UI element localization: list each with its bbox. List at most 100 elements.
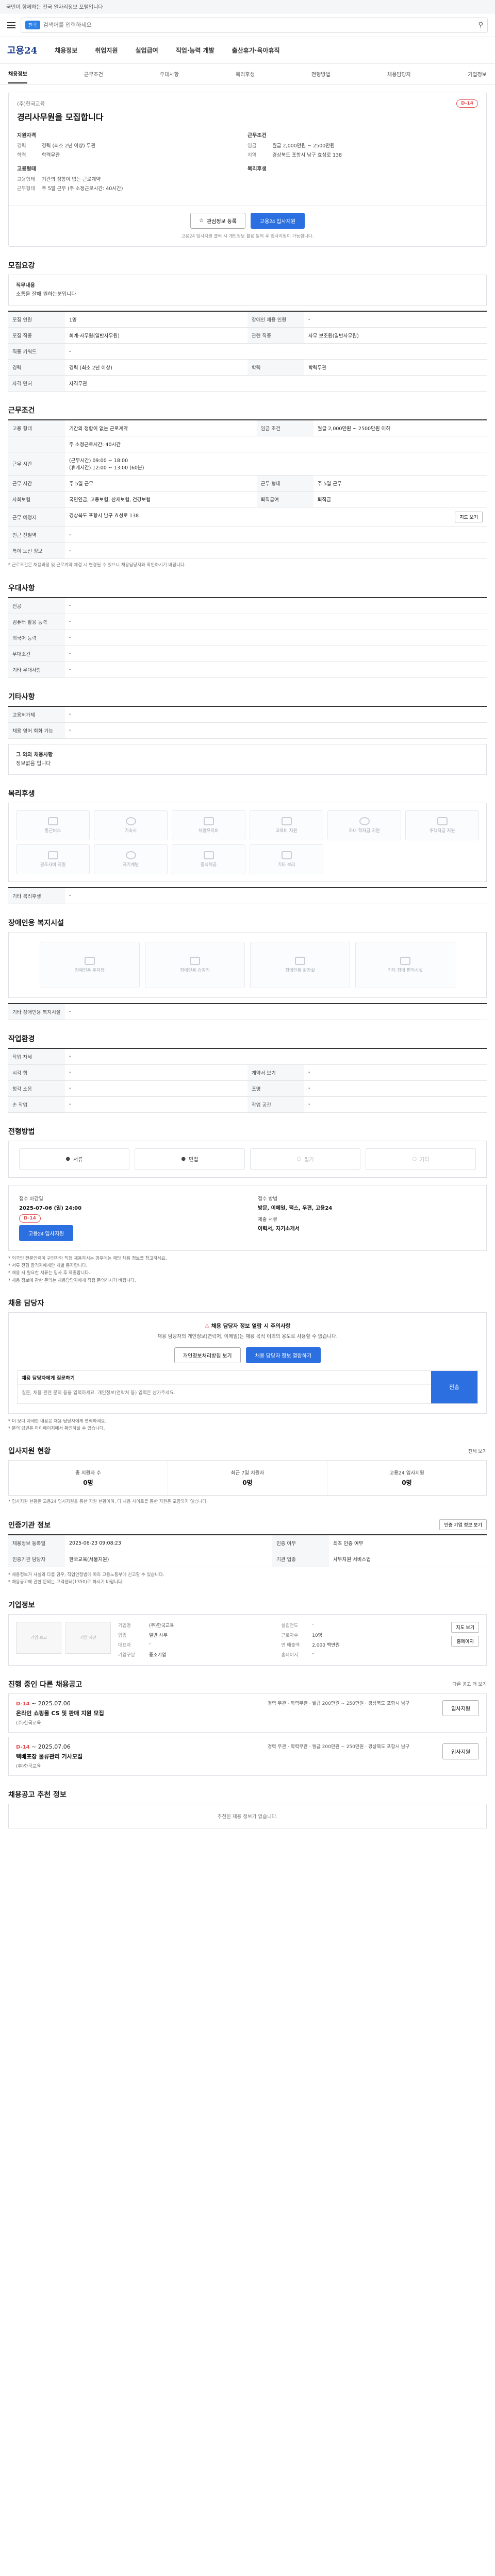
other-job-title[interactable]: 온라인 쇼핑몰 CS 및 판매 지원 모집 [16,1709,268,1717]
welfare-label: 차량유지비 [198,828,219,834]
tab-conditions[interactable]: 근무조건 [84,70,103,78]
bookmark-button[interactable]: ☆ 관심정보 등록 [190,213,245,229]
tab-recruit[interactable]: 채용정보 [8,70,27,83]
table-value: 기간의 정함이 없는 근로계약 [65,420,257,436]
search-box: 전국 ⚲ [21,17,488,33]
table-value: - [65,543,487,559]
view-contact-button[interactable]: 채용 담당자 정보 열람하기 [245,1347,321,1363]
note-line: * 외국인 전문인력이 구인자와 직접 채용하시는 경우에는 해당 채용 정보를… [8,1256,167,1261]
section-title-disability: 장애인용 복지시설 [8,919,64,927]
tab-welfare[interactable]: 복리후생 [236,70,255,78]
other-job-actions: 입사지원 [433,1743,479,1769]
welfare-icon [281,817,292,825]
company-logo: 기업 로고 [16,1621,61,1654]
table-row: 고용허가제 - [8,706,487,723]
table-value: - [304,1064,487,1081]
table-value: 주 5일 근무 [313,475,487,492]
company-home-button[interactable]: 홈페이지 [451,1635,479,1647]
table-row: 기타 우대사항 - [8,662,487,678]
welfare-item: 주택자금 지원 [405,810,479,840]
section-title-company: 기업정보 [8,1601,35,1609]
summary-key: 학력 [17,152,26,158]
other-job-title[interactable]: 택배포장 물류관리 기사모집 [16,1752,268,1760]
other-job-apply-button[interactable]: 입사지원 [442,1743,479,1759]
table-key: 근무 시간 [8,475,65,492]
status-value: 0명 [242,1479,253,1487]
disability-item: 장애인용 화장실 [250,941,350,988]
check-icon: ● [181,1156,186,1162]
org-notes: * 채용정보가 사실과 다를 경우, 직업안정법에 따라 고용노동부에 신고할 … [8,1571,487,1586]
table-key: 작업 자세 [8,1048,65,1065]
table-value: 주 5일 근무 [65,475,257,492]
tab-preference[interactable]: 우대사항 [160,70,179,78]
nav-job-info[interactable]: 채용정보 [55,46,77,55]
table-key: 근무 형태 [256,475,314,492]
section-title-contact: 채용 담당자 [8,1299,44,1308]
warning-icon: ⚠ [204,1323,210,1330]
contact-warning-text: 채용 담당자의 개인정보(연락처, 이메일)는 채용 목적 이외의 용도로 사용… [157,1334,338,1340]
company-value: 중소기업 [149,1652,167,1658]
table-row: 근무 시간 (근무시간) 09:00 ~ 18:00 (휴게시간) 12:00 ~… [8,452,487,476]
section-title-recommend: 채용공고 추천 정보 [8,1790,67,1799]
status-label: 최근 7일 지원자 [230,1470,265,1477]
contact-warning-title: 채용 담당자 정보 열람 시 주의사항 [211,1323,291,1330]
disability-etc-table: 기타 장애인용 복지시설 - [8,1003,487,1020]
table-row: 시각 힘 - 계약서 보기 - [8,1064,487,1081]
search-input[interactable] [43,22,475,28]
table-value: - [65,1064,248,1081]
search-region-tag[interactable]: 전국 [25,21,40,29]
apply-info: 접수 마감일 2025-07-06 (일) 24:00 D-14 고용24 입사지… [8,1184,487,1251]
etc-text: 그 외의 채용사항 정보없음 입니다 [8,743,487,775]
nav-skills[interactable]: 직업·능력 개발 [176,46,214,55]
status-more-link[interactable]: 전체 보기 [468,1448,487,1454]
disability-label: 장애인용 승강기 [180,968,210,973]
nav-unemployment-benefit[interactable]: 실업급여 [136,46,158,55]
other-job-apply-button[interactable]: 입사지원 [442,1700,479,1716]
apply-button[interactable]: 고용24 입사지원 [250,213,305,229]
deadline-label: 접수 마감일 [19,1196,43,1202]
welfare-item: 기타 복리 [250,844,323,874]
search-icon[interactable]: ⚲ [478,21,483,29]
disability-item: 기타 장애 편의시설 [355,941,455,988]
table-value: 회계·사무원(일반사무원) [65,327,248,344]
summary-head: 근무조건 [248,133,267,139]
table-value: 경상북도 포항시 남구 효성로 138 지도 보기 [65,507,487,527]
tab-process[interactable]: 전형방법 [311,70,331,78]
etc-text-value: 정보없음 입니다 [16,760,51,767]
company-key: 근로자수 [281,1633,299,1638]
site-logo[interactable]: 고용24 [7,43,37,57]
nav-employment-support[interactable]: 취업지원 [95,46,118,55]
org-info-button[interactable]: 인증 기업 정보 보기 [439,1519,487,1530]
tab-contact[interactable]: 채용담당자 [387,70,411,78]
company-map-button[interactable]: 지도 보기 [451,1621,479,1633]
welfare-label: 통근버스 [44,828,61,834]
other-jobs-more-link[interactable]: 다른 공고 더 보기 [452,1681,487,1687]
table-key: 고용 형태 [8,420,65,436]
disability-label: 기타 장애 편의시설 [388,968,423,973]
section-title-org: 인증기관 정보 [8,1521,51,1530]
inquiry-textarea[interactable] [18,1384,431,1403]
conditions-note: * 근로조건은 채용과정 및 근로계약 체결 시 변경될 수 있으니 채용담당자… [8,563,186,568]
inquiry-send-button[interactable]: 전송 [431,1370,477,1403]
table-key: 경력 [8,359,65,376]
privacy-policy-button[interactable]: 개인정보처리방침 보기 [174,1347,241,1363]
inquiry-label: 채용 담당자에게 질문하기 [18,1371,431,1385]
other-job-company: (주)한국교육 [16,1764,41,1769]
page: 국민이 함께하는 전국 일자리정보 포털입니다 전국 ⚲ 고용24 채용정보 취… [0,0,495,1828]
tab-company[interactable]: 기업정보 [468,70,487,78]
status-note: * 입사지원 현황은 고용24 입사지원을 통한 지원 현황이며, 타 채용 사… [8,1499,208,1505]
welfare-icon [203,817,214,825]
map-button[interactable]: 지도 보기 [455,512,483,522]
table-key: 인증 여부 [272,1535,329,1551]
company-photo: 기업 사진 [65,1621,111,1654]
table-value: - [65,706,487,723]
other-job-deadline: D-14 ~ 2025.07.06 [16,1743,268,1750]
process-steps: ● 서류 ● 면접 ○ 필기 ○ 기타 [8,1140,487,1178]
conditions-table: 고용 형태 기간의 정함이 없는 근로계약 임금 조건 월급 2,000만원 ~ 25… [8,419,487,559]
table-row: 전공 - [8,597,487,614]
apply-button-2[interactable]: 고용24 입사지원 [19,1225,74,1241]
menu-icon[interactable] [7,22,15,28]
company-value: - [312,1651,314,1656]
nav-parental-leave[interactable]: 출산휴가·육아휴직 [232,46,280,55]
welfare-grid: 통근버스 기숙사 차량유지비 교육비 지원 자녀 학자금 지원 주택자금 지원 경조사비 지… [8,802,487,882]
